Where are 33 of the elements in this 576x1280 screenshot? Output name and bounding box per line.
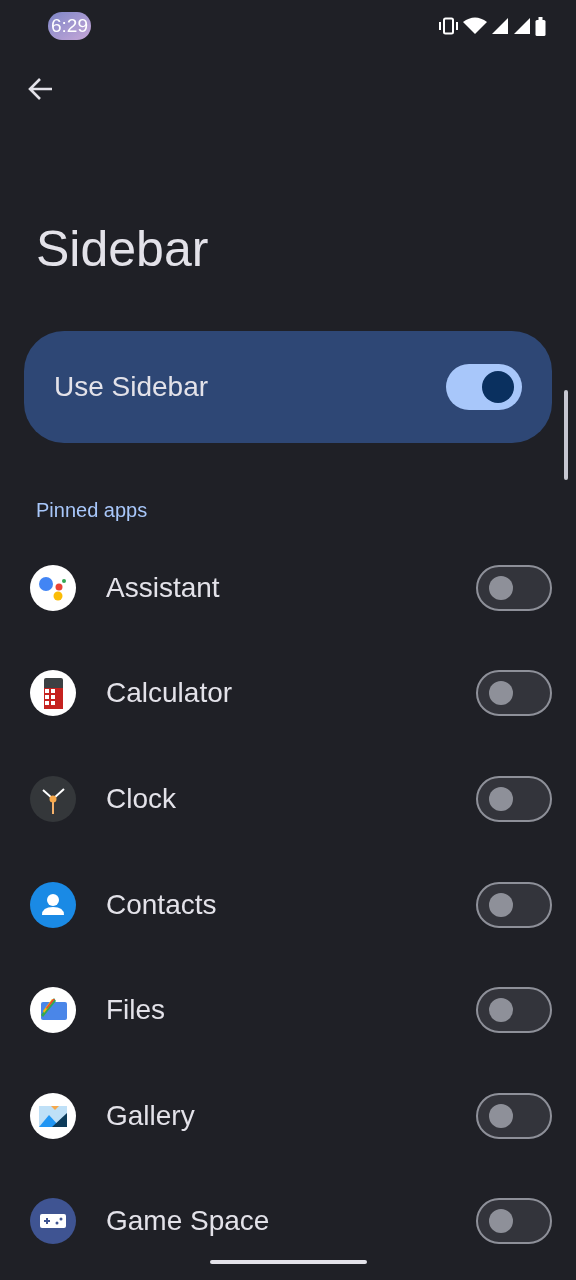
signal-icon xyxy=(513,17,531,35)
app-name: Files xyxy=(106,993,167,1028)
gamepad-icon xyxy=(30,1198,76,1245)
use-sidebar-card[interactable]: Use Sidebar xyxy=(24,331,552,443)
app-name: Contacts xyxy=(106,887,218,922)
app-name: Clock xyxy=(106,782,177,816)
battery-icon xyxy=(535,16,546,36)
toggle-switch[interactable] xyxy=(476,881,552,928)
toggle-switch[interactable] xyxy=(476,564,552,611)
toggle-switch[interactable] xyxy=(446,364,522,410)
page-title: Sidebar xyxy=(35,220,210,279)
back-arrow-icon[interactable] xyxy=(28,76,54,102)
toggle-switch[interactable] xyxy=(476,670,552,717)
clock-time: 6:29 xyxy=(48,11,91,41)
app-name: Calculator xyxy=(106,676,234,711)
vibrate-icon xyxy=(438,17,459,35)
toggle-switch[interactable] xyxy=(476,987,552,1034)
app-name: Gallery xyxy=(106,1098,196,1133)
section-header: Pinned apps xyxy=(35,498,149,522)
landscape-photo-icon xyxy=(30,1092,76,1139)
toggle-switch[interactable] xyxy=(476,1198,552,1245)
clock-icon xyxy=(30,776,76,822)
person-icon xyxy=(30,881,76,928)
app-name: Game Space xyxy=(106,1204,271,1239)
switch-label: Use Sidebar xyxy=(54,370,209,404)
assistant-dots-icon xyxy=(30,564,76,611)
wifi-icon xyxy=(463,17,487,35)
signal-icon xyxy=(491,17,509,35)
folder-icon xyxy=(30,987,76,1034)
toggle-switch[interactable] xyxy=(476,776,552,822)
toggle-switch[interactable] xyxy=(476,1092,552,1139)
calculator-icon xyxy=(30,670,76,717)
app-name: Assistant xyxy=(106,570,221,605)
